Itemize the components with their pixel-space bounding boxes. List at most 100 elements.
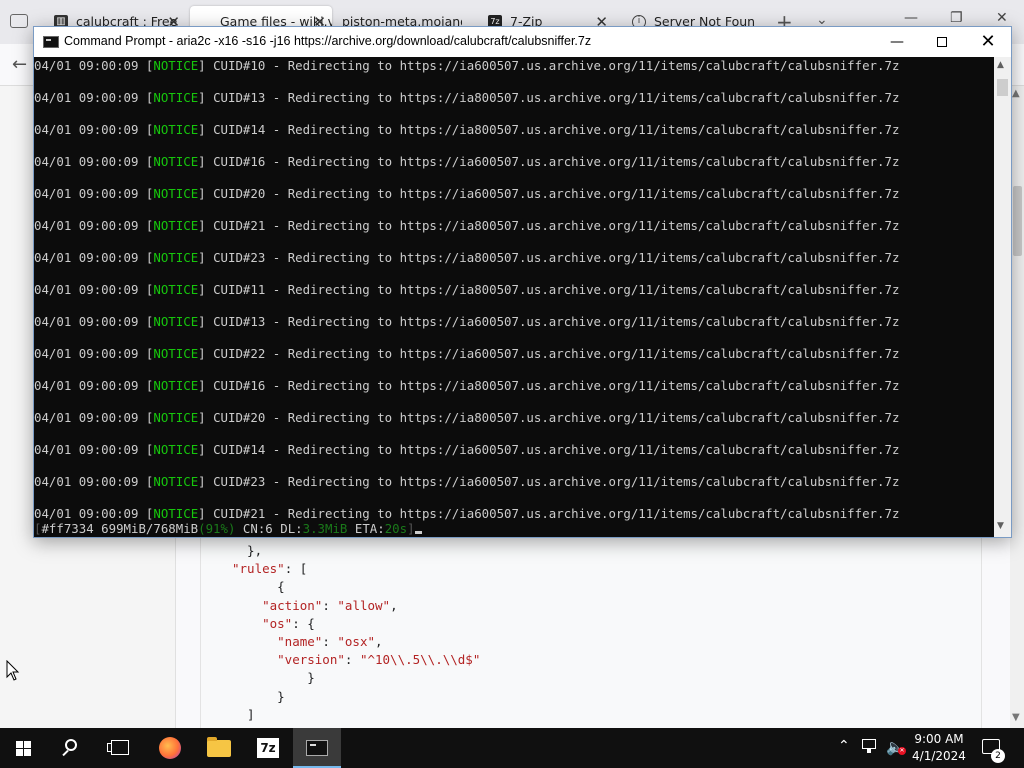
log-message: Redirecting to: [287, 346, 393, 361]
log-message: Redirecting to: [287, 154, 393, 169]
log-date: 04/01: [34, 474, 72, 489]
scroll-up-arrow-icon[interactable]: ▲: [997, 60, 1004, 70]
log-level: NOTICE: [153, 282, 199, 297]
log-message: Redirecting to: [287, 250, 393, 265]
log-line: 04/01 09:00:09 [NOTICE] CUID#20 - Redire…: [34, 186, 900, 201]
windows-logo-icon: [16, 741, 23, 748]
browser-minimize-button[interactable]: —: [904, 10, 918, 26]
log-url: https://ia800507.us.archive.org/11/items…: [399, 378, 900, 393]
page-scroll-thumb[interactable]: [1013, 186, 1022, 256]
log-url: https://ia800507.us.archive.org/11/items…: [399, 218, 900, 233]
json-punct: : [: [284, 561, 308, 577]
json-punct: {: [247, 579, 285, 595]
browser-close-button[interactable]: ✕: [996, 10, 1008, 26]
minimize-button[interactable]: —: [874, 27, 920, 57]
log-date: 04/01: [34, 346, 72, 361]
json-punct: ,: [390, 597, 398, 613]
log-message: Redirecting to: [287, 58, 393, 73]
chevron-up-icon[interactable]: ⌃: [838, 738, 850, 768]
log-message: Redirecting to: [287, 282, 393, 297]
command-prompt-window[interactable]: Command Prompt - aria2c -x16 -s16 -j16 h…: [33, 26, 1012, 538]
notification-count-badge: 2: [991, 749, 1005, 763]
log-date: 04/01: [34, 378, 72, 393]
log-level: NOTICE: [153, 346, 199, 361]
log-line: 04/01 09:00:09 [NOTICE] CUID#23 - Redire…: [34, 250, 900, 265]
back-arrow-icon[interactable]: ←: [12, 54, 27, 75]
log-time: 09:00:09: [78, 314, 139, 329]
log-cuid: CUID#23: [213, 250, 266, 265]
code-line: "rules": [: [232, 560, 480, 578]
download-gid: #ff7334: [41, 521, 94, 536]
folder-icon: [207, 737, 231, 757]
log-time: 09:00:09: [78, 474, 139, 489]
log-level: NOTICE: [153, 410, 199, 425]
close-button[interactable]: ✕: [965, 27, 1011, 57]
json-value: "osx": [337, 634, 376, 650]
log-time: 09:00:09: [78, 218, 139, 233]
command-prompt-taskbar-button[interactable]: [293, 728, 341, 768]
task-view-button[interactable]: [96, 728, 144, 768]
log-line: 04/01 09:00:09 [NOTICE] CUID#13 - Redire…: [34, 314, 900, 329]
log-date: 04/01: [34, 218, 72, 233]
json-punct: :: [344, 652, 360, 668]
browser-restore-button[interactable]: ❐: [950, 10, 963, 26]
start-button[interactable]: [0, 728, 48, 768]
log-message: Redirecting to: [287, 314, 393, 329]
connection-count: CN:6: [242, 521, 273, 536]
log-date: 04/01: [34, 154, 72, 169]
task-view-icon: [111, 740, 129, 755]
json-punct: : {: [292, 615, 315, 631]
maximize-button[interactable]: [919, 27, 965, 57]
log-url: https://ia600507.us.archive.org/11/items…: [399, 346, 900, 361]
log-time: 09:00:09: [78, 410, 139, 425]
json-punct: ,: [375, 634, 383, 650]
log-level: NOTICE: [153, 58, 199, 73]
scroll-down-arrow-icon[interactable]: ▼: [1012, 712, 1020, 723]
log-level: NOTICE: [153, 442, 199, 457]
download-speed: 3.3MiB: [302, 521, 348, 536]
download-status-line: [#ff7334 699MiB/768MiB(91%) CN:6 DL:3.3M…: [34, 521, 422, 537]
log-cuid: CUID#21: [213, 218, 266, 233]
log-cuid: CUID#20: [213, 410, 266, 425]
log-date: 04/01: [34, 410, 72, 425]
window-title-bar[interactable]: Command Prompt - aria2c -x16 -s16 -j16 h…: [34, 27, 1011, 57]
log-line: 04/01 09:00:09 [NOTICE] CUID#10 - Redire…: [34, 58, 900, 73]
log-line: 04/01 09:00:09 [NOTICE] CUID#23 - Redire…: [34, 474, 900, 489]
log-level: NOTICE: [153, 122, 199, 137]
clock-date: 4/1/2024: [912, 749, 966, 763]
scroll-up-arrow-icon[interactable]: ▲: [1012, 88, 1020, 99]
eta-value: 20s: [384, 521, 408, 536]
json-key: "rules": [232, 561, 285, 577]
json-key: "action": [262, 597, 323, 613]
console-output[interactable]: 04/01 09:00:09 [NOTICE] CUID#10 - Redire…: [34, 57, 994, 537]
json-value: "^10\\.5\\.\\d$": [359, 652, 481, 668]
file-explorer-taskbar-button[interactable]: [195, 728, 243, 768]
log-date: 04/01: [34, 442, 72, 457]
log-level: NOTICE: [153, 506, 199, 521]
console-scroll-thumb[interactable]: [997, 79, 1008, 96]
firefox-taskbar-button[interactable]: [146, 728, 194, 768]
log-time: 09:00:09: [78, 250, 139, 265]
log-level: NOTICE: [153, 378, 199, 393]
log-date: 04/01: [34, 186, 72, 201]
log-url: https://ia600507.us.archive.org/11/items…: [399, 442, 900, 457]
log-cuid: CUID#16: [213, 378, 266, 393]
tab-list-icon[interactable]: [10, 14, 28, 28]
log-time: 09:00:09: [78, 378, 139, 393]
log-date: 04/01: [34, 250, 72, 265]
log-line: 04/01 09:00:09 [NOTICE] CUID#14 - Redire…: [34, 122, 900, 137]
console-icon: [43, 36, 59, 48]
clock[interactable]: 9:00 AM 4/1/2024: [906, 731, 972, 768]
7zip-taskbar-button[interactable]: 7z: [244, 728, 292, 768]
log-cuid: CUID#22: [213, 346, 266, 361]
log-url: https://ia800507.us.archive.org/11/items…: [399, 90, 900, 105]
page-scrollbar[interactable]: [1010, 86, 1024, 728]
network-icon[interactable]: [862, 739, 880, 753]
eta-label: ETA:: [354, 521, 385, 536]
scroll-down-arrow-icon[interactable]: ▼: [997, 521, 1004, 531]
search-button[interactable]: [48, 728, 96, 768]
console-scrollbar[interactable]: [994, 57, 1011, 537]
log-url: https://ia600507.us.archive.org/11/items…: [399, 506, 900, 521]
log-date: 04/01: [34, 282, 72, 297]
log-date: 04/01: [34, 90, 72, 105]
